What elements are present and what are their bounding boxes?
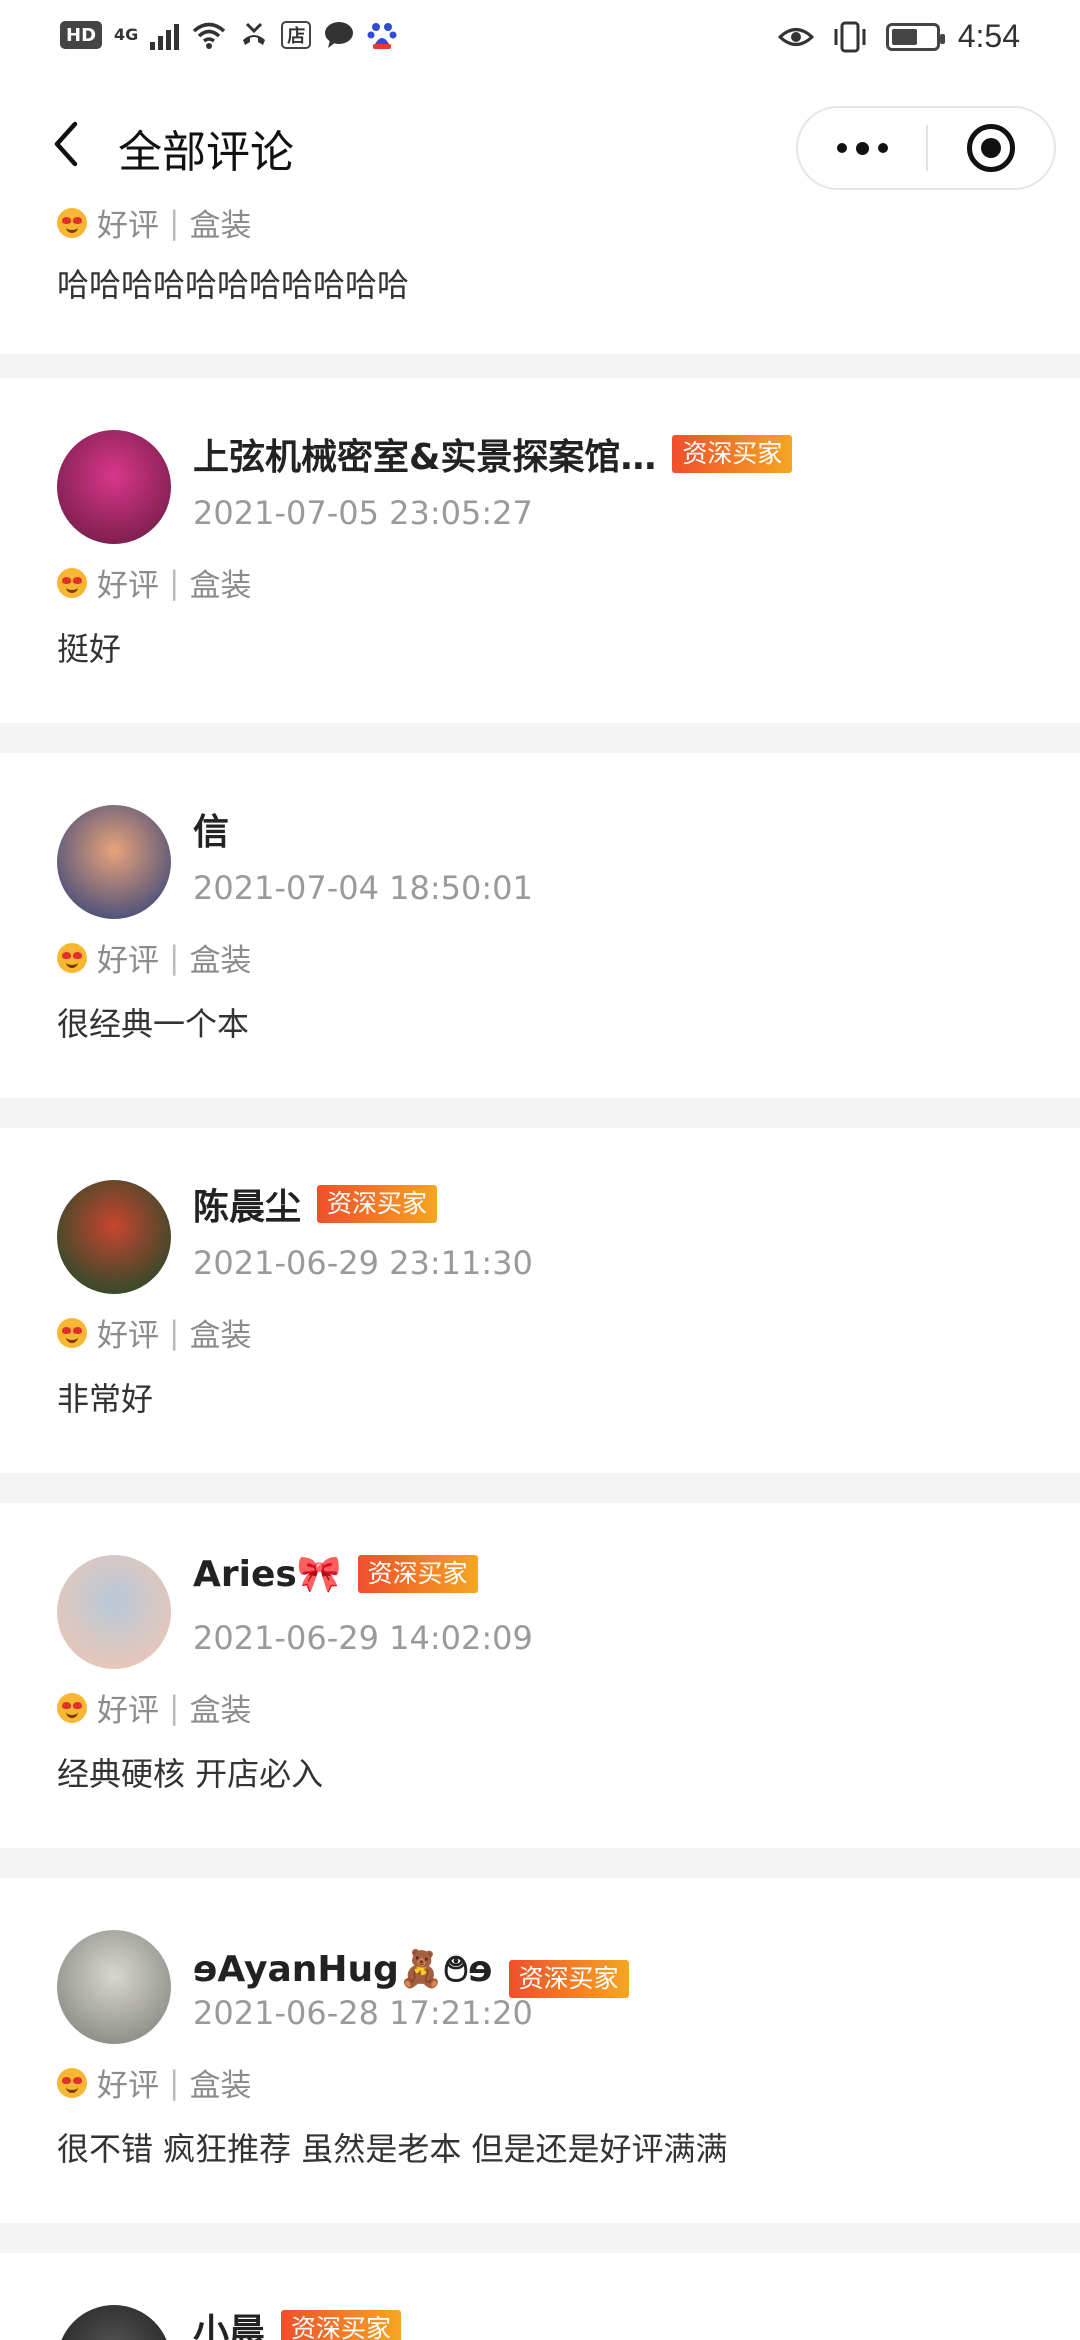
back-button[interactable] (36, 114, 96, 174)
close-button[interactable] (928, 108, 1054, 188)
review-card-partial: 好评 | 盒装 哈哈哈哈哈哈哈哈哈哈哈 (0, 206, 1080, 354)
senior-buyer-badge: 资深买家 (672, 435, 793, 473)
hd-icon: HD (60, 21, 103, 49)
rating-row: 好评 | 盒装 (57, 935, 251, 980)
store-icon: 店 (281, 21, 312, 49)
review-card: ɘAyanHug🧸࿉ɘ 资深买家 2021-06-28 17:21:20 好评 … (0, 1878, 1080, 2223)
review-time: 2021-07-05 23:05:27 (193, 494, 533, 532)
rating-separator: | (169, 564, 180, 601)
review-comment: 很不错 疯狂推荐 虽然是老本 但是还是好评满满 (57, 2130, 728, 2168)
baidu-icon (367, 23, 397, 49)
spec-label: 盒装 (189, 1693, 252, 1729)
reviewer-name-row: 小晨 资深买家 (193, 2303, 402, 2340)
avatar[interactable] (57, 2305, 171, 2340)
reviewer-name[interactable]: 上弦机械密室&实景探案馆… (193, 428, 656, 480)
reviewer-name-row: Aries🎀 资深买家 (193, 1553, 478, 1595)
reviewer-name-row: 信 (193, 803, 229, 855)
heart-eyes-emoji-icon (57, 1692, 87, 1723)
review-time: 2021-06-29 14:02:09 (193, 1619, 533, 1657)
spec-label: 盒装 (189, 568, 252, 604)
rating-label: 好评 (97, 208, 159, 244)
avatar[interactable] (57, 1555, 171, 1669)
review-time: 2021-06-28 17:21:20 (193, 1994, 533, 2032)
reviewer-name-row: 陈晨尘 资深买家 (193, 1178, 438, 1230)
review-comment: 挺好 (57, 630, 122, 668)
spec-label: 盒装 (189, 943, 252, 979)
heart-eyes-emoji-icon (57, 1317, 87, 1348)
more-button[interactable] (798, 108, 926, 188)
avatar[interactable] (57, 805, 171, 919)
rating-label: 好评 (97, 943, 159, 979)
battery-level (891, 28, 917, 45)
reviewer-name[interactable]: Aries🎀 (193, 1553, 342, 1595)
spec-label: 盒装 (189, 2068, 252, 2104)
rating-label: 好评 (97, 1693, 159, 1729)
review-time: 2021-06-29 23:11:30 (193, 1244, 533, 1282)
rating-separator: | (169, 206, 180, 241)
review-comment: 很经典一个本 (57, 1005, 250, 1043)
rating-label: 好评 (97, 1318, 159, 1354)
rating-label: 好评 (97, 568, 159, 604)
review-comment: 经典硬核 开店必入 (57, 1755, 324, 1793)
wifi-icon (193, 22, 226, 49)
status-time: 4:54 (957, 18, 1020, 54)
senior-buyer-badge: 资深买家 (508, 1960, 629, 1998)
reviewer-name-row: 上弦机械密室&实景探案馆… 资深买家 (193, 428, 793, 480)
spec-label: 盒装 (189, 208, 252, 244)
reviewer-name[interactable]: 信 (193, 803, 229, 855)
rating-row: 好评 | 盒装 (57, 560, 251, 605)
rating-separator: | (169, 2064, 180, 2101)
eye-icon (777, 27, 814, 46)
rating-row: 好评 | 盒装 (57, 1685, 251, 1730)
review-card: 小晨 资深买家 (0, 2253, 1080, 2340)
rating-row: 好评 | 盒装 (57, 206, 251, 245)
reviewer-name[interactable]: 小晨 (193, 2303, 265, 2340)
network-type-icon: 4G (114, 25, 139, 44)
battery-icon (885, 22, 945, 51)
review-list[interactable]: 好评 | 盒装 哈哈哈哈哈哈哈哈哈哈哈 上弦机械密室&实景探案馆… 资深买家 2… (0, 206, 1080, 2340)
senior-buyer-badge: 资深买家 (281, 2310, 402, 2340)
rating-separator: | (169, 1314, 180, 1351)
review-time: 2021-07-04 18:50:01 (193, 869, 533, 907)
heart-eyes-emoji-icon (57, 2067, 87, 2098)
review-card: 信 2021-07-04 18:50:01 好评 | 盒装 很经典一个本 (0, 753, 1080, 1098)
avatar[interactable] (57, 1180, 171, 1294)
review-comment: 非常好 (57, 1380, 154, 1418)
rating-row: 好评 | 盒装 (57, 1310, 251, 1355)
target-close-icon (967, 124, 1015, 172)
heart-eyes-emoji-icon (57, 207, 87, 238)
rating-separator: | (169, 1689, 180, 1726)
vibrate-icon (834, 21, 866, 52)
heart-eyes-emoji-icon (57, 567, 87, 598)
chat-bubble-icon (325, 22, 354, 48)
signal-icon (150, 20, 180, 50)
reviewer-name[interactable]: 陈晨尘 (193, 1178, 301, 1230)
avatar[interactable] (57, 430, 171, 544)
status-bar-right: 4:54 (777, 18, 1020, 55)
review-comment: 哈哈哈哈哈哈哈哈哈哈哈 (57, 266, 410, 304)
senior-buyer-badge: 资深买家 (357, 1555, 478, 1593)
avatar[interactable] (57, 1930, 171, 2044)
status-bar-left: HD 4G 店 (60, 20, 397, 50)
rating-separator: | (169, 939, 180, 976)
page-title: 全部评论 (118, 127, 294, 178)
heart-eyes-emoji-icon (57, 942, 87, 973)
back-arrow-icon (54, 121, 78, 167)
spec-label: 盒装 (189, 1318, 252, 1354)
missed-call-icon (243, 22, 266, 45)
review-card: Aries🎀 资深买家 2021-06-29 14:02:09 好评 | 盒装 … (0, 1503, 1080, 1848)
status-bar: HD 4G 店 4:54 (0, 0, 1080, 84)
mini-program-capsule (796, 106, 1056, 190)
nav-header: 全部评论 (0, 84, 1080, 206)
rating-row: 好评 | 盒装 (57, 2060, 251, 2105)
senior-buyer-badge: 资深买家 (317, 1185, 438, 1223)
rating-label: 好评 (97, 2068, 159, 2104)
review-card: 上弦机械密室&实景探案馆… 资深买家 2021-07-05 23:05:27 好… (0, 378, 1080, 723)
review-card: 陈晨尘 资深买家 2021-06-29 23:11:30 好评 | 盒装 非常好 (0, 1128, 1080, 1473)
